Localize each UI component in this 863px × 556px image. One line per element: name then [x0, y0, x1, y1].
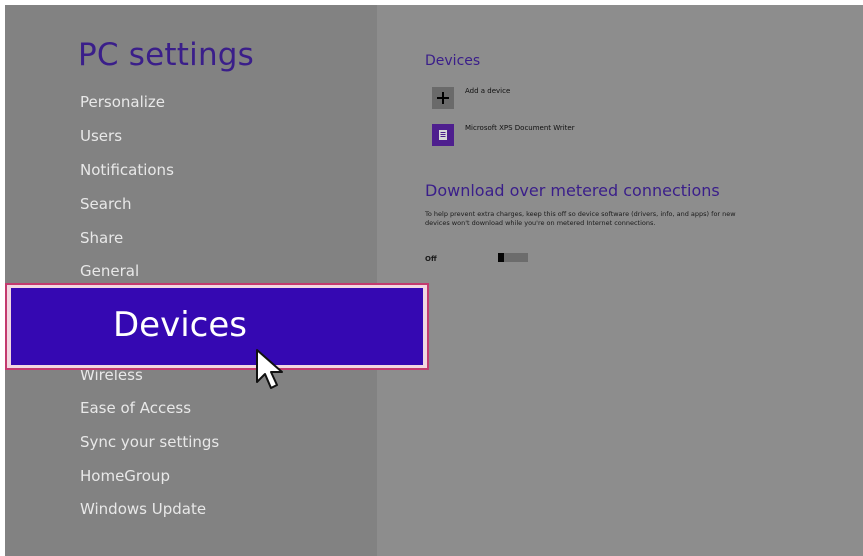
sidebar-item-devices-label: Devices	[113, 305, 247, 345]
devices-highlight-callout: Devices	[5, 283, 429, 370]
pc-settings-window: PC settings Personalize Users Notificati…	[5, 5, 863, 556]
metered-download-toggle[interactable]	[498, 253, 528, 262]
sidebar-item-ease-of-access[interactable]: Ease of Access	[80, 399, 191, 417]
printer-document-icon	[432, 124, 454, 146]
sidebar-item-general[interactable]: General	[80, 262, 139, 280]
plus-icon	[432, 87, 454, 109]
sidebar-item-devices[interactable]: Devices	[11, 288, 423, 365]
sidebar-item-homegroup[interactable]: HomeGroup	[80, 467, 170, 485]
device-name: Microsoft XPS Document Writer	[465, 124, 575, 132]
settings-sidebar: PC settings Personalize Users Notificati…	[5, 5, 377, 556]
sidebar-item-users[interactable]: Users	[80, 127, 122, 145]
mouse-pointer-icon	[256, 349, 283, 389]
sidebar-item-windows-update[interactable]: Windows Update	[80, 500, 206, 518]
devices-heading: Devices	[425, 53, 481, 69]
sidebar-item-search[interactable]: Search	[80, 195, 132, 213]
page-title: PC settings	[78, 37, 255, 73]
add-device-label: Add a device	[465, 87, 511, 95]
metered-heading: Download over metered connections	[425, 181, 720, 200]
toggle-state-label: Off	[425, 255, 437, 263]
sidebar-item-share[interactable]: Share	[80, 229, 123, 247]
sidebar-item-sync-your-settings[interactable]: Sync your settings	[80, 433, 219, 451]
toggle-thumb[interactable]	[498, 253, 504, 262]
sidebar-item-personalize[interactable]: Personalize	[80, 93, 165, 111]
metered-description: To help prevent extra charges, keep this…	[425, 210, 736, 227]
sidebar-item-notifications[interactable]: Notifications	[80, 161, 174, 179]
